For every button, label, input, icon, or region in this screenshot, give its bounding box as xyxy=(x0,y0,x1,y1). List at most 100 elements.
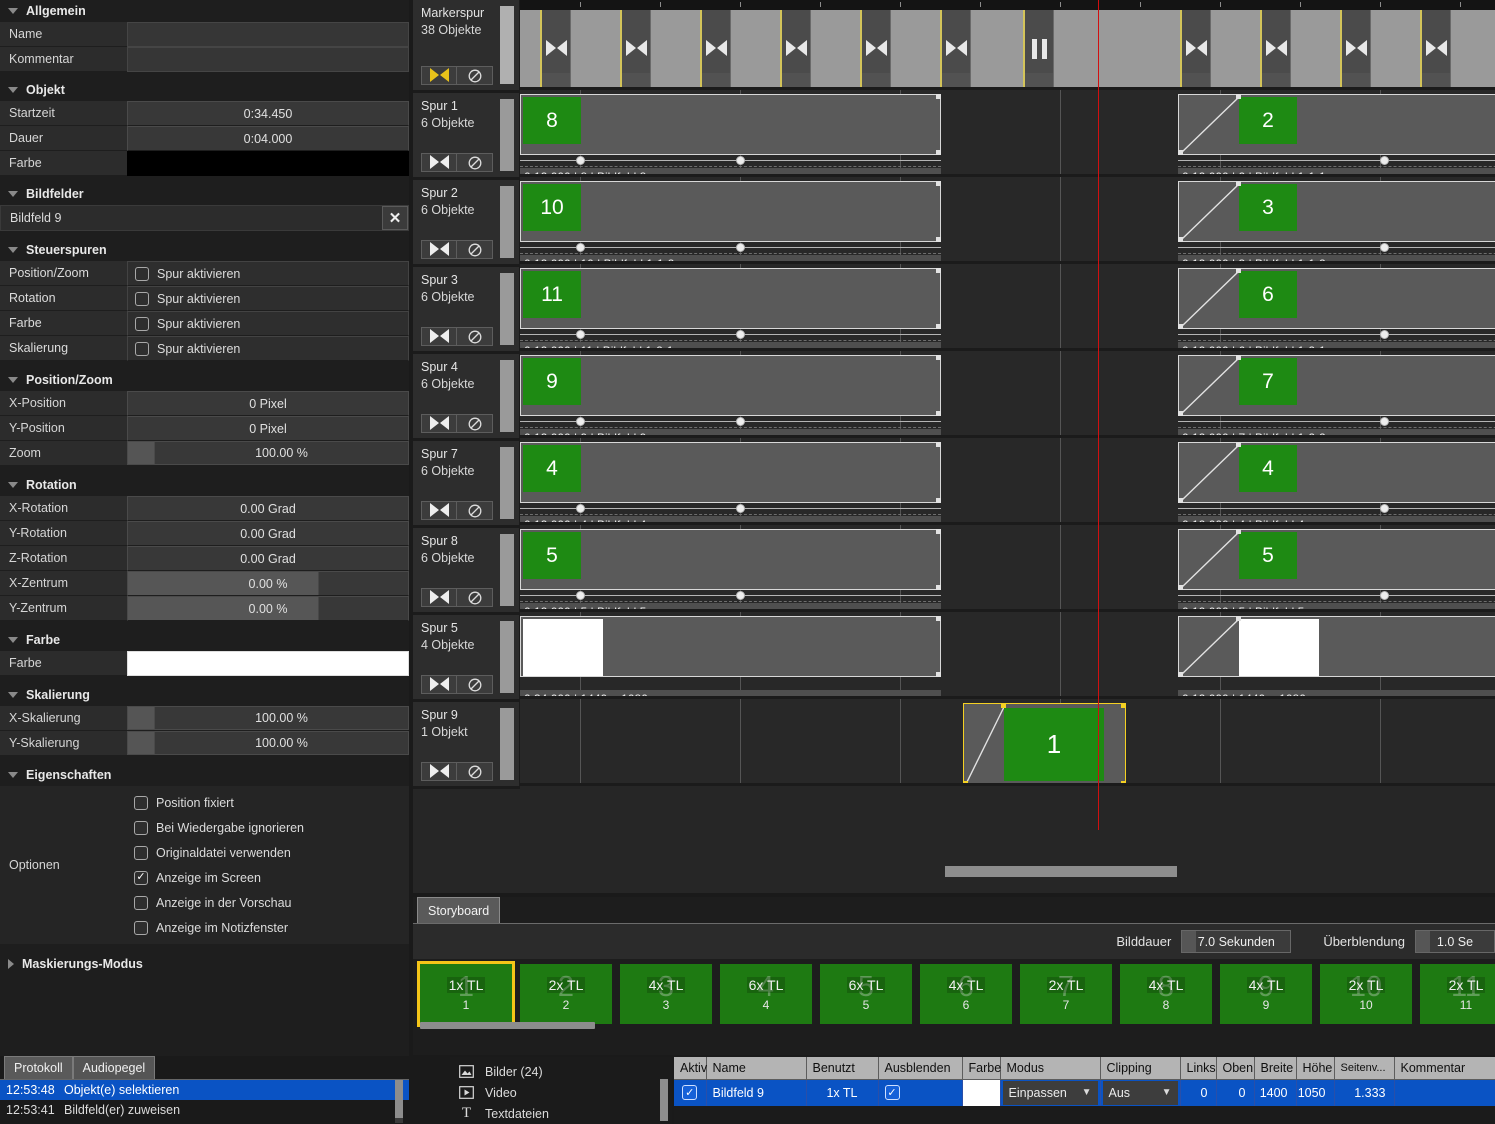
clip-body[interactable]: 9 xyxy=(520,355,941,416)
track-lane-spur-9[interactable]: 1 0:04.000 | 1 | Bildfeld 9 xyxy=(520,699,1495,786)
storyboard-item[interactable]: 2 2x TL 2 xyxy=(520,964,612,1024)
xrotation-input[interactable]: 0.00 Grad xyxy=(127,496,409,521)
cell-benutzt[interactable]: 1x TL xyxy=(806,1079,878,1106)
marker-item[interactable] xyxy=(860,10,891,87)
checkbox-icon[interactable]: ✓ xyxy=(885,1085,900,1100)
timeline-ruler[interactable] xyxy=(520,0,1495,10)
marker-item[interactable] xyxy=(620,10,651,87)
timeline-clip-selected[interactable]: 1 0:04.000 | 1 | Bildfeld 9 xyxy=(963,703,1126,783)
clip-body[interactable]: 11 xyxy=(520,268,941,329)
track-level-bar[interactable] xyxy=(500,708,514,780)
track-header-spur-1[interactable]: Spur 1 6 Objekte xyxy=(413,93,520,180)
cell-hoehe[interactable]: 1050 xyxy=(1296,1079,1334,1106)
xposition-input[interactable]: 0 Pixel xyxy=(127,391,409,416)
storyboard-item[interactable]: 1 1x TL 1 xyxy=(420,964,512,1024)
tab-audiopegel[interactable]: Audiopegel xyxy=(73,1056,156,1079)
option-bei-wiedergabe-ignorieren[interactable]: Bei Wiedergabe ignorieren xyxy=(127,815,409,840)
marker-item[interactable] xyxy=(1420,10,1451,87)
spur-aktivieren-farbe[interactable]: Spur aktivieren xyxy=(127,311,409,336)
yposition-input[interactable]: 0 Pixel xyxy=(127,416,409,441)
spur-aktivieren-positionzoom[interactable]: Spur aktivieren xyxy=(127,261,409,286)
timeline-clip[interactable]: 11 0:12.000 | 11 | Bildfeld 1-2-1 xyxy=(520,268,941,348)
xskalierung-slider-knob[interactable] xyxy=(127,706,154,730)
cell-clipping[interactable]: Aus ▼ xyxy=(1100,1079,1180,1106)
col-oben[interactable]: Oben xyxy=(1216,1057,1254,1079)
mute-icon[interactable] xyxy=(457,588,493,607)
tab-protokoll[interactable]: Protokoll xyxy=(4,1056,73,1079)
section-header-allgemein[interactable]: Allgemein xyxy=(0,0,409,22)
section-header-steuerspuren[interactable]: Steuerspuren xyxy=(0,239,409,261)
clip-body[interactable] xyxy=(520,616,941,677)
storyboard-item[interactable]: 5 6x TL 5 xyxy=(820,964,912,1024)
mute-icon[interactable] xyxy=(457,240,493,259)
checkbox-icon[interactable]: ✓ xyxy=(682,1085,697,1100)
crossfade-icon[interactable] xyxy=(421,588,457,607)
col-kommentar[interactable]: Kommentar xyxy=(1394,1057,1495,1079)
track-lane-spur-4[interactable]: 9 0:12.000 | 9 | Bildfeld 9 7 xyxy=(520,351,1495,438)
track-header-spur-4[interactable]: Spur 4 6 Objekte xyxy=(413,354,520,441)
cell-links[interactable]: 0 xyxy=(1180,1079,1216,1106)
track-level-bar[interactable] xyxy=(500,99,514,171)
section-header-eigenschaften[interactable]: Eigenschaften xyxy=(0,764,409,786)
col-modus[interactable]: Modus xyxy=(1000,1057,1100,1079)
track-header-spur-7[interactable]: Spur 7 6 Objekte xyxy=(413,441,520,528)
track-lane-spur-2[interactable]: 10 0:12.000 | 10 | Bildfeld 1-1-2 3 xyxy=(520,177,1495,264)
timeline-clip[interactable]: 10 0:12.000 | 10 | Bildfeld 1-1-2 xyxy=(520,181,941,261)
checkbox-icon[interactable] xyxy=(134,821,148,835)
spur-aktivieren-skalierung[interactable]: Spur aktivieren xyxy=(127,336,409,361)
clip-body[interactable]: 2 xyxy=(1178,94,1495,155)
clipping-dropdown[interactable]: Aus ▼ xyxy=(1103,1081,1178,1105)
clip-body[interactable]: 4 xyxy=(1178,442,1495,503)
cell-aktiv[interactable]: ✓ xyxy=(674,1079,706,1106)
checkbox-icon[interactable]: ✓ xyxy=(134,871,148,885)
track-lane-spur-3[interactable]: 11 0:12.000 | 11 | Bildfeld 1-2-1 6 xyxy=(520,264,1495,351)
section-header-farbe[interactable]: Farbe xyxy=(0,629,409,651)
section-header-positionzoom[interactable]: Position/Zoom xyxy=(0,369,409,391)
storyboard-item[interactable]: 11 2x TL 11 xyxy=(1420,964,1495,1024)
crossfade-icon[interactable] xyxy=(421,675,457,694)
bildfeld-row[interactable]: Bildfeld 9 ✕ xyxy=(0,205,409,231)
col-farbe[interactable]: Farbe xyxy=(962,1057,1000,1079)
col-ausblenden[interactable]: Ausblenden xyxy=(878,1057,962,1079)
cell-breite[interactable]: 1400 xyxy=(1254,1079,1296,1106)
section-header-bildfelder[interactable]: Bildfelder xyxy=(0,183,409,205)
cell-kommentar[interactable] xyxy=(1394,1079,1495,1106)
checkbox-icon[interactable] xyxy=(134,921,148,935)
cell-oben[interactable]: 0 xyxy=(1216,1079,1254,1106)
mute-icon[interactable] xyxy=(457,501,493,520)
mute-icon[interactable] xyxy=(457,414,493,433)
mute-icon[interactable] xyxy=(457,153,493,172)
storyboard-strip[interactable]: 1 1x TL 1 2 2x TL 2 3 4x TL 3 4 6x TL 4 … xyxy=(413,959,1495,1031)
section-header-rotation[interactable]: Rotation xyxy=(0,474,409,496)
storyboard-item[interactable]: 3 4x TL 3 xyxy=(620,964,712,1024)
track-header-spur-5[interactable]: Spur 5 4 Objekte xyxy=(413,615,520,702)
clip-body[interactable]: 3 xyxy=(1178,181,1495,242)
option-position-fixiert[interactable]: Position fixiert xyxy=(127,790,409,815)
track-level-bar[interactable] xyxy=(500,447,514,519)
track-header-spur-3[interactable]: Spur 3 6 Objekte xyxy=(413,267,520,354)
track-header-spur-8[interactable]: Spur 8 6 Objekte xyxy=(413,528,520,615)
table-row[interactable]: ✓ Bildfeld 9 1x TL ✓ Einpassen ▼ Aus xyxy=(674,1079,1495,1106)
name-input[interactable] xyxy=(127,22,409,47)
marker-item[interactable] xyxy=(700,10,731,87)
clip-body[interactable]: 5 xyxy=(520,529,941,590)
col-benutzt[interactable]: Benutzt xyxy=(806,1057,878,1079)
section-header-objekt[interactable]: Objekt xyxy=(0,79,409,101)
clip-body[interactable]: 8 xyxy=(520,94,941,155)
col-clipping[interactable]: Clipping xyxy=(1100,1057,1180,1079)
track-level-bar[interactable] xyxy=(500,360,514,432)
track-lane-spur-5[interactable]: 0:34.000 | 1440-x-1080 0:12.000 | 1440-x… xyxy=(520,612,1495,699)
mute-icon[interactable] xyxy=(457,762,493,781)
clip-body[interactable] xyxy=(1178,616,1495,677)
cell-name[interactable]: Bildfeld 9 xyxy=(706,1079,806,1106)
checkbox-icon[interactable] xyxy=(134,896,148,910)
marker-item[interactable] xyxy=(780,10,811,87)
timeline-clip[interactable]: 7 0:12.000 | 7 | Bildfeld 1-2-2 xyxy=(1178,355,1495,435)
track-level-bar[interactable] xyxy=(500,273,514,345)
timeline-clip[interactable]: 5 0:12.000 | 5 | Bildfeld 5 xyxy=(520,529,941,609)
spinner-handle[interactable] xyxy=(1416,931,1430,952)
mute-icon[interactable] xyxy=(457,327,493,346)
timeline-clip[interactable]: 5 0:12.000 | 5 | Bildfeld 5 xyxy=(1178,529,1495,609)
media-item-video[interactable]: Video xyxy=(450,1082,672,1103)
checkbox-icon[interactable] xyxy=(134,846,148,860)
